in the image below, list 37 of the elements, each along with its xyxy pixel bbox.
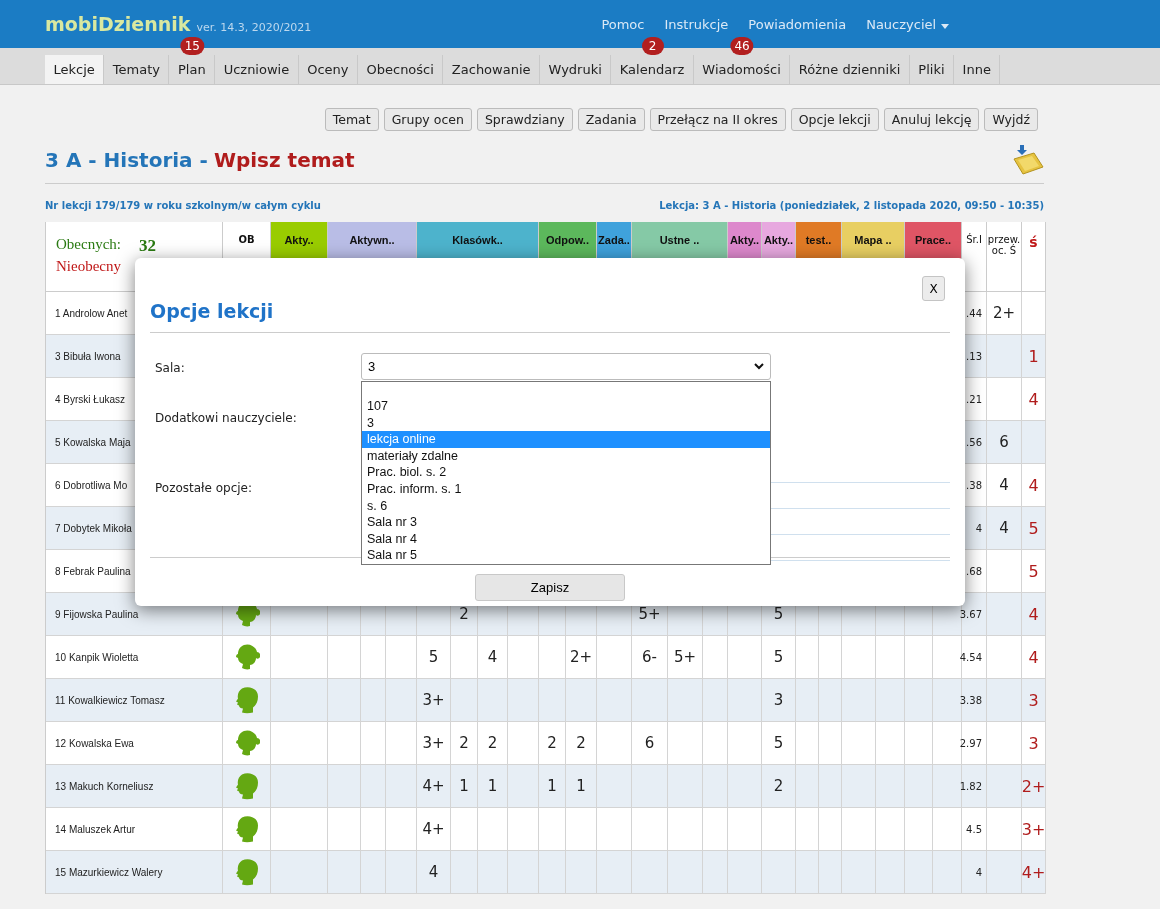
final-grade-cell: 3 (1022, 722, 1046, 765)
average-cell: 4.5 (962, 808, 987, 851)
final-grade-cell: 1 (1022, 335, 1046, 378)
column-header: ś (1022, 222, 1046, 292)
lesson-details-text: Lekcja: 3 A - Historia (poniedziałek, 2 listopada 2020, 09:50 - 10:35) (659, 200, 1044, 211)
present-label: Obecnych: (56, 236, 121, 254)
present-count: 32 (139, 236, 156, 256)
column-header: przew. oc. Ś (987, 222, 1022, 292)
proposed-grade-cell: 6 (987, 421, 1022, 464)
final-grade-cell: 5 (1022, 507, 1046, 550)
final-grade-cell: 4 (1022, 378, 1046, 421)
final-grade-cell: 4 (1022, 593, 1046, 636)
final-grade-cell: 2+ (1022, 765, 1046, 808)
final-grade-cell: 4 (1022, 464, 1046, 507)
column-header: Śr.I (962, 222, 987, 292)
final-grade-cell: 4+ (1022, 851, 1046, 894)
final-grade-cell: 5 (1022, 550, 1046, 593)
absent-label: Nieobecny (56, 258, 122, 275)
proposed-grade-cell: 2+ (987, 292, 1022, 335)
final-grade-cell: 4 (1022, 636, 1046, 679)
final-grade-cell: 3+ (1022, 808, 1046, 851)
average-cell: 4.54 (962, 636, 987, 679)
field-label: Sala: (155, 360, 186, 377)
count-badge: 46 (730, 37, 754, 55)
lesson-status: Wpisz temat (213, 148, 355, 172)
lesson-number-text: Nr lekcji 179/179 w roku szkolnym/w całym cyklu (45, 200, 321, 211)
final-grade-cell: 3 (1022, 679, 1046, 722)
version-text: ver. 14.3, 2020/2021 (196, 20, 312, 34)
average-cell: 2.97 (962, 722, 987, 765)
average-cell: 3.38 (962, 679, 987, 722)
average-cell: 4 (962, 851, 987, 894)
count-badge: 15 (180, 37, 204, 55)
average-cell: 3.67 (962, 593, 987, 636)
average-cell: 1.82 (962, 765, 987, 808)
lesson-title: 3 A - Historia - (45, 148, 208, 172)
proposed-grade-cell: 4 (987, 464, 1022, 507)
proposed-grade-cell: 4 (987, 507, 1022, 550)
